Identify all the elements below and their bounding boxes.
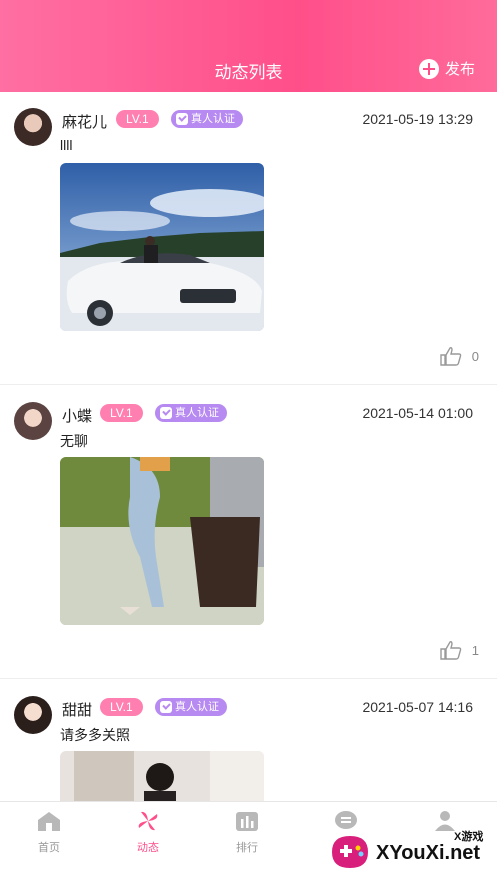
site-watermark: X游戏 XYouXi.net xyxy=(328,824,488,876)
username[interactable]: 麻花儿 xyxy=(62,111,107,132)
check-icon xyxy=(176,113,188,125)
post-time: 2021-05-19 13:29 xyxy=(362,111,473,127)
verified-label: 真人认证 xyxy=(191,113,235,125)
verified-badge: 真人认证 xyxy=(155,404,227,422)
username[interactable]: 甜甜 xyxy=(62,699,92,720)
ranking-icon xyxy=(236,812,258,831)
thumb-up-icon xyxy=(440,641,462,660)
post-item: 麻花儿 LV.1 真人认证 2021-05-19 13:29 llll 0 xyxy=(0,92,497,384)
post-time: 2021-05-07 14:16 xyxy=(362,699,473,715)
post-time: 2021-05-14 01:00 xyxy=(362,405,473,421)
tab-ranking[interactable]: 排行 xyxy=(212,810,282,855)
check-icon xyxy=(160,407,172,419)
post-photo[interactable] xyxy=(60,457,264,625)
verified-label: 真人认证 xyxy=(175,407,219,419)
tab-label: 首页 xyxy=(38,842,60,854)
verified-badge: 真人认证 xyxy=(155,698,227,716)
level-badge: LV.1 xyxy=(100,404,143,422)
gamepad-logo-icon xyxy=(332,836,368,868)
thumb-up-icon xyxy=(440,347,462,366)
post-photo[interactable] xyxy=(60,163,264,331)
verified-label: 真人认证 xyxy=(175,701,219,713)
like-button[interactable]: 0 xyxy=(440,346,479,366)
car-photo-image xyxy=(60,163,264,331)
like-count: 0 xyxy=(471,348,479,364)
tab-moments[interactable]: 动态 xyxy=(113,810,183,855)
mirror-selfie-image xyxy=(60,751,264,801)
like-count: 1 xyxy=(471,642,479,658)
tab-label: 排行 xyxy=(236,842,258,854)
plus-icon xyxy=(418,58,439,79)
username[interactable]: 小蝶 xyxy=(62,405,92,426)
post-item: 甜甜 LV.1 真人认证 2021-05-07 14:16 请多多关照 xyxy=(0,680,497,801)
divider xyxy=(0,678,497,679)
app-header: 动态列表 发布 xyxy=(0,0,497,92)
verified-badge: 真人认证 xyxy=(171,110,243,128)
publish-button[interactable]: 发布 xyxy=(418,58,475,79)
divider xyxy=(0,384,497,385)
post-photo[interactable] xyxy=(60,751,264,801)
tab-home[interactable]: 首页 xyxy=(14,810,84,855)
level-badge: LV.1 xyxy=(116,110,159,128)
post-text: 无聊 xyxy=(60,433,88,449)
check-icon xyxy=(160,701,172,713)
avatar[interactable] xyxy=(14,108,52,146)
post-text: llll xyxy=(60,137,73,153)
pinwheel-icon xyxy=(138,811,158,831)
post-text: 请多多关照 xyxy=(60,727,130,743)
avatar[interactable] xyxy=(14,696,52,734)
avatar[interactable] xyxy=(14,402,52,440)
watermark-big-text: XYouXi.net xyxy=(376,842,481,864)
like-button[interactable]: 1 xyxy=(440,640,479,660)
outdoor-photo-image xyxy=(60,457,264,625)
tab-label: 动态 xyxy=(137,842,159,854)
publish-label: 发布 xyxy=(444,61,475,78)
post-item: 小蝶 LV.1 真人认证 2021-05-14 01:00 无聊 1 xyxy=(0,386,497,678)
home-icon xyxy=(38,812,60,831)
level-badge: LV.1 xyxy=(100,698,143,716)
